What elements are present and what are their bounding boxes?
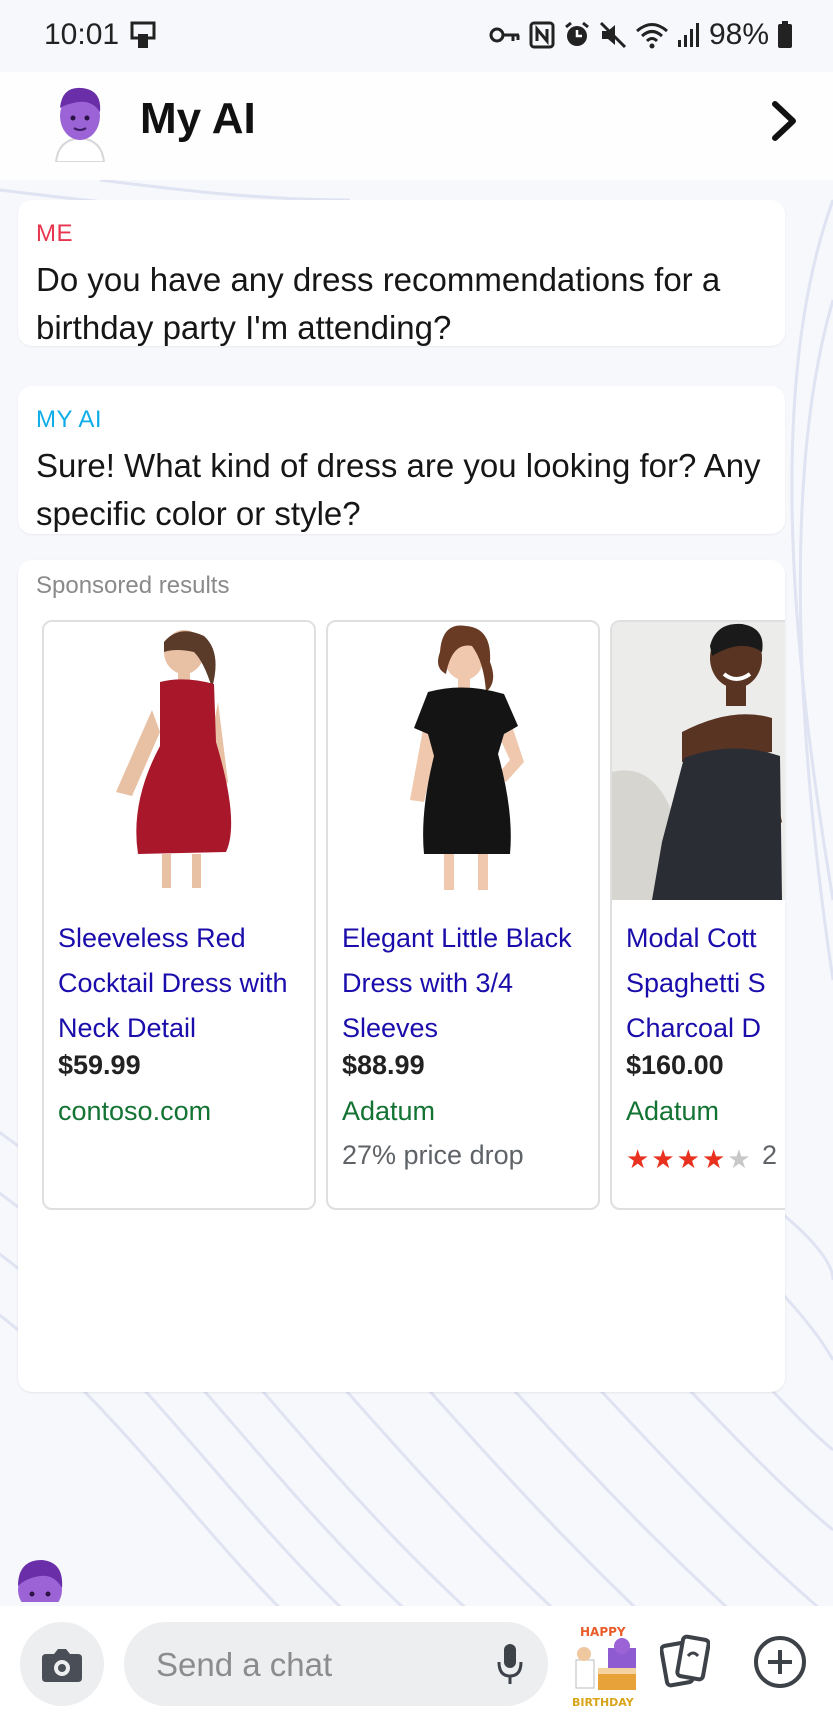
- product-title[interactable]: Sleeveless Red Cocktail Dress with Neck …: [58, 916, 308, 1051]
- birthday-sticker-button[interactable]: HAPPY BIRTHDAY: [566, 1616, 642, 1712]
- sponsored-results: Sponsored results Sleeveless Red Cocktai…: [18, 560, 785, 1392]
- rating-count: 2: [762, 1140, 778, 1170]
- red-dress-photo: [44, 622, 314, 900]
- product-seller: contoso.com: [58, 1096, 212, 1126]
- battery-icon: [777, 21, 793, 49]
- product-title[interactable]: Modal Cott Spaghetti S Charcoal D: [626, 916, 785, 1051]
- svg-text:BIRTHDAY: BIRTHDAY: [572, 1696, 635, 1709]
- product-price: $160.00: [626, 1050, 724, 1080]
- message-sender: MY AI: [36, 406, 103, 433]
- chat-header: My AI: [0, 72, 833, 180]
- product-carousel[interactable]: Sleeveless Red Cocktail Dress with Neck …: [42, 620, 785, 1210]
- star-filled-icon: ★: [676, 1144, 700, 1174]
- wifi-icon: [635, 21, 669, 49]
- chat-placeholder: Send a chat: [156, 1646, 333, 1683]
- camera-icon: [42, 1649, 82, 1682]
- vpn-key-icon: [489, 23, 521, 47]
- product-seller: Adatum: [342, 1096, 436, 1126]
- star-rating: ★ ★ ★ ★ ★: [626, 1144, 751, 1174]
- bitmoji-typing-avatar-icon: [12, 1556, 68, 1602]
- sponsored-label: Sponsored results: [36, 572, 230, 599]
- battery-percent: 98%: [708, 18, 769, 51]
- product-card[interactable]: Sleeveless Red Cocktail Dress with Neck …: [42, 620, 316, 1210]
- mute-icon: [599, 21, 627, 49]
- microphone-icon[interactable]: [496, 1642, 524, 1691]
- price-drop-label: 27% price drop: [342, 1140, 524, 1170]
- product-price: $88.99: [342, 1050, 425, 1080]
- charcoal-dress-photo: [612, 622, 785, 900]
- star-empty-icon: ★: [727, 1144, 751, 1174]
- product-title[interactable]: Elegant Little Black Dress with 3/4 Slee…: [342, 916, 592, 1051]
- screen-mirror-icon: [130, 20, 160, 55]
- bitmoji-avatar-icon[interactable]: [48, 82, 112, 163]
- black-dress-photo: [328, 622, 598, 900]
- message-me: ME Do you have any dress recommendations…: [18, 200, 785, 346]
- svg-text:HAPPY: HAPPY: [580, 1625, 626, 1639]
- chat-input-bar: Send a chat HAPPY BIRTHDAY: [0, 1606, 833, 1719]
- status-bar: 10:01 98%: [0, 0, 833, 72]
- chat-input[interactable]: Send a chat: [124, 1622, 548, 1706]
- star-filled-icon: ★: [651, 1144, 675, 1174]
- alarm-icon: [563, 21, 591, 49]
- product-seller: Adatum: [626, 1096, 720, 1126]
- star-filled-icon: ★: [701, 1144, 726, 1174]
- message-sender: ME: [36, 220, 73, 247]
- message-text: Do you have any dress recommendations fo…: [36, 261, 721, 346]
- message-text: Sure! What kind of dress are you looking…: [36, 447, 761, 532]
- signal-icon: [677, 22, 699, 48]
- cards-icon[interactable]: [659, 1632, 711, 1692]
- chevron-right-icon[interactable]: [763, 96, 803, 146]
- product-card[interactable]: Elegant Little Black Dress with 3/4 Slee…: [326, 620, 600, 1210]
- message-ai: MY AI Sure! What kind of dress are you l…: [18, 386, 785, 534]
- camera-button[interactable]: [20, 1622, 104, 1706]
- page-title: My AI: [140, 94, 256, 143]
- plus-icon[interactable]: [752, 1634, 808, 1690]
- product-price: $59.99: [58, 1050, 141, 1080]
- product-card[interactable]: Modal Cott Spaghetti S Charcoal D $160.0…: [610, 620, 785, 1210]
- nfc-icon: [529, 21, 555, 49]
- status-time: 10:01: [44, 18, 120, 51]
- star-filled-icon: ★: [626, 1144, 650, 1174]
